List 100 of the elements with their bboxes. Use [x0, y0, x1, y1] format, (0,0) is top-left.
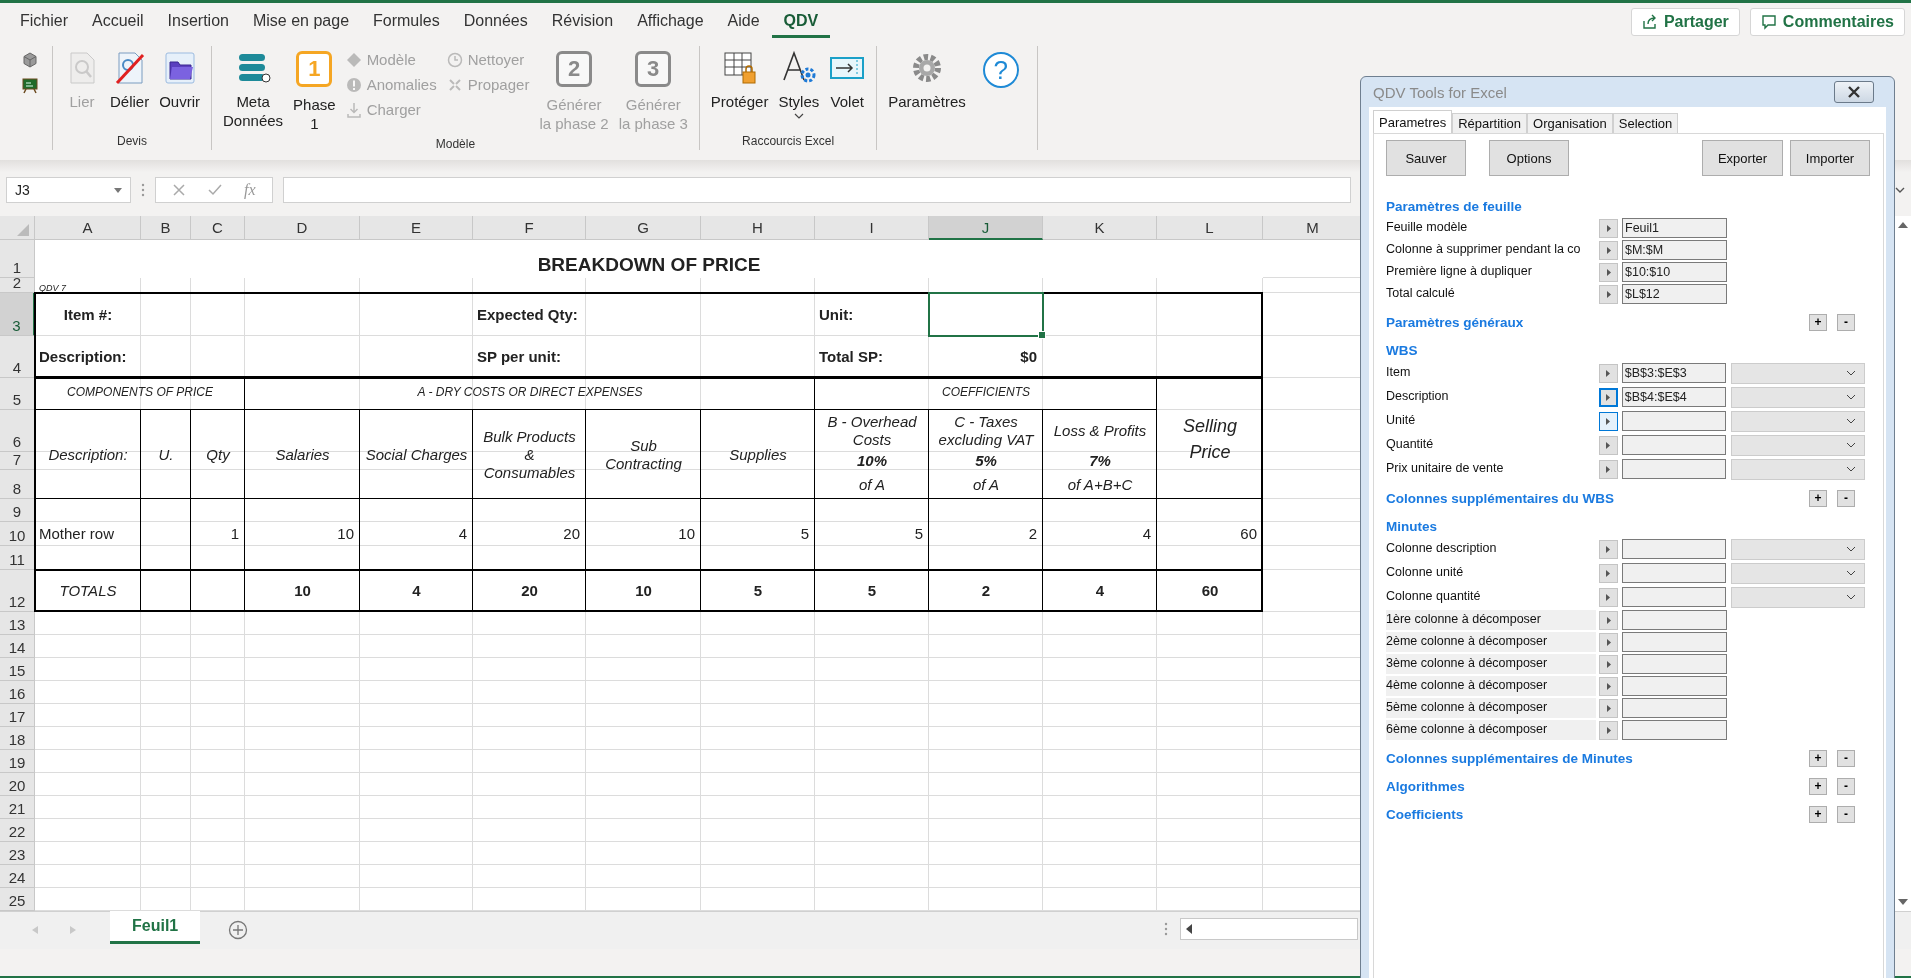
expand-collapse-button[interactable]: - — [1837, 805, 1855, 823]
column-header[interactable]: D — [245, 216, 360, 240]
pick-range-button[interactable] — [1599, 459, 1618, 479]
expand-collapse-button[interactable]: + — [1809, 805, 1827, 823]
column-header[interactable]: H — [701, 216, 815, 240]
row-header[interactable]: 14 — [0, 635, 35, 658]
help-button[interactable]: ? — [982, 52, 1019, 88]
range-field[interactable] — [1622, 632, 1727, 652]
pick-range-button[interactable] — [1599, 284, 1618, 304]
range-field[interactable]: $L$12 — [1622, 284, 1727, 304]
pick-range-button[interactable] — [1599, 387, 1618, 407]
column-header[interactable]: K — [1043, 216, 1157, 240]
row-header[interactable]: 2 — [0, 278, 35, 293]
ribbon-button[interactable]: Styles — [775, 46, 823, 123]
column-header[interactable]: A — [35, 216, 141, 240]
row-header[interactable]: 6 — [0, 410, 35, 452]
range-field[interactable] — [1622, 610, 1727, 630]
range-field[interactable] — [1622, 720, 1727, 740]
pick-range-button[interactable] — [1599, 676, 1618, 696]
range-field[interactable] — [1622, 698, 1727, 718]
action-button[interactable]: Options — [1489, 140, 1569, 176]
row-header[interactable]: 20 — [0, 773, 35, 796]
tab[interactable]: Organisation — [1527, 113, 1613, 133]
row-header[interactable]: 11 — [0, 546, 35, 570]
pick-range-button[interactable] — [1599, 411, 1618, 431]
tab[interactable]: Selection — [1612, 113, 1679, 133]
pick-range-button[interactable] — [1599, 539, 1618, 559]
row-header[interactable]: 17 — [0, 704, 35, 727]
row-header[interactable]: 10 — [0, 522, 35, 546]
row-header[interactable]: 21 — [0, 796, 35, 819]
expand-collapse-button[interactable]: + — [1809, 489, 1827, 507]
row-header[interactable]: 7 — [0, 452, 35, 470]
pick-range-button[interactable] — [1599, 654, 1618, 674]
range-field[interactable] — [1621, 411, 1726, 431]
scroll-down-icon[interactable] — [1897, 899, 1908, 905]
column-header[interactable]: M — [1263, 216, 1363, 240]
pick-range-button[interactable] — [1599, 610, 1618, 630]
pick-range-button[interactable] — [1599, 240, 1618, 260]
pick-range-button[interactable] — [1599, 262, 1618, 282]
expand-collapse-button[interactable]: + — [1809, 749, 1827, 767]
expand-collapse-button[interactable]: - — [1837, 749, 1855, 767]
pick-range-button[interactable] — [1599, 363, 1618, 383]
range-field[interactable] — [1621, 539, 1726, 559]
column-header[interactable]: F — [473, 216, 586, 240]
ribbon-tab[interactable]: Insertion — [155, 5, 241, 38]
ribbon-tab[interactable]: QDV — [771, 5, 831, 38]
ribbon-tab[interactable]: Affichage — [625, 5, 716, 38]
pick-range-button[interactable] — [1599, 218, 1618, 238]
ribbon-button[interactable]: Paramètres — [885, 46, 969, 115]
ribbon-tab[interactable]: Aide — [715, 5, 772, 38]
row-header[interactable]: 22 — [0, 819, 35, 842]
row-header[interactable]: 23 — [0, 842, 35, 865]
tab[interactable]: Répartition — [1452, 113, 1528, 133]
expand-collapse-button[interactable]: - — [1837, 777, 1855, 795]
row-header[interactable]: 16 — [0, 681, 35, 704]
pick-range-button[interactable] — [1599, 698, 1618, 718]
column-header[interactable]: E — [360, 216, 473, 240]
row-header[interactable]: 8 — [0, 470, 35, 499]
row-header[interactable]: 13 — [0, 612, 35, 635]
cube-icon[interactable] — [22, 52, 38, 68]
row-header[interactable]: 9 — [0, 499, 35, 522]
action-button[interactable]: Sauver — [1386, 140, 1466, 176]
expand-collapse-button[interactable]: + — [1809, 313, 1827, 331]
range-field[interactable] — [1622, 654, 1727, 674]
row-header[interactable]: 15 — [0, 658, 35, 681]
share-button[interactable]: Partager — [1630, 7, 1740, 36]
row-header[interactable]: 12 — [0, 570, 35, 612]
board-icon[interactable] — [22, 78, 38, 94]
range-field[interactable]: $10:$10 — [1622, 262, 1727, 282]
row-header[interactable]: 3 — [0, 293, 35, 336]
close-button[interactable] — [1834, 81, 1874, 103]
ribbon-tab[interactable]: Données — [451, 5, 540, 38]
row-header[interactable]: 4 — [0, 336, 35, 378]
ribbon-tab[interactable]: Formules — [361, 5, 452, 38]
expand-collapse-button[interactable]: + — [1809, 777, 1827, 795]
range-field[interactable] — [1621, 435, 1726, 455]
pick-range-button[interactable] — [1599, 563, 1618, 583]
tab[interactable]: Parametres — [1373, 110, 1453, 133]
check-icon[interactable] — [208, 183, 222, 197]
horizontal-scrollbar[interactable] — [1180, 918, 1358, 940]
drag-handle-icon[interactable] — [1164, 922, 1168, 936]
row-header[interactable]: 1 — [0, 240, 35, 278]
column-header[interactable]: B — [141, 216, 191, 240]
action-button[interactable]: Importer — [1790, 140, 1870, 176]
column-header[interactable]: I — [815, 216, 929, 240]
range-field[interactable] — [1622, 676, 1727, 696]
row-header[interactable]: 24 — [0, 865, 35, 888]
range-field[interactable] — [1621, 459, 1726, 479]
ribbon-button[interactable]: Ouvrir — [156, 46, 204, 115]
ribbon-tab[interactable]: Fichier — [8, 5, 80, 38]
pick-range-button[interactable] — [1599, 587, 1618, 607]
cancel-icon[interactable] — [172, 183, 186, 197]
ribbon-button[interactable]: Délier — [107, 46, 153, 115]
action-button[interactable]: Exporter — [1702, 140, 1783, 176]
range-field[interactable]: $B$3:$E$3 — [1621, 363, 1726, 383]
expand-collapse-button[interactable]: - — [1837, 489, 1855, 507]
name-box[interactable]: J3 — [6, 177, 131, 203]
comments-button[interactable]: Commentaires — [1749, 7, 1905, 36]
scroll-left-icon[interactable] — [1186, 924, 1192, 934]
ribbon-button[interactable]: Volet — [826, 46, 869, 115]
